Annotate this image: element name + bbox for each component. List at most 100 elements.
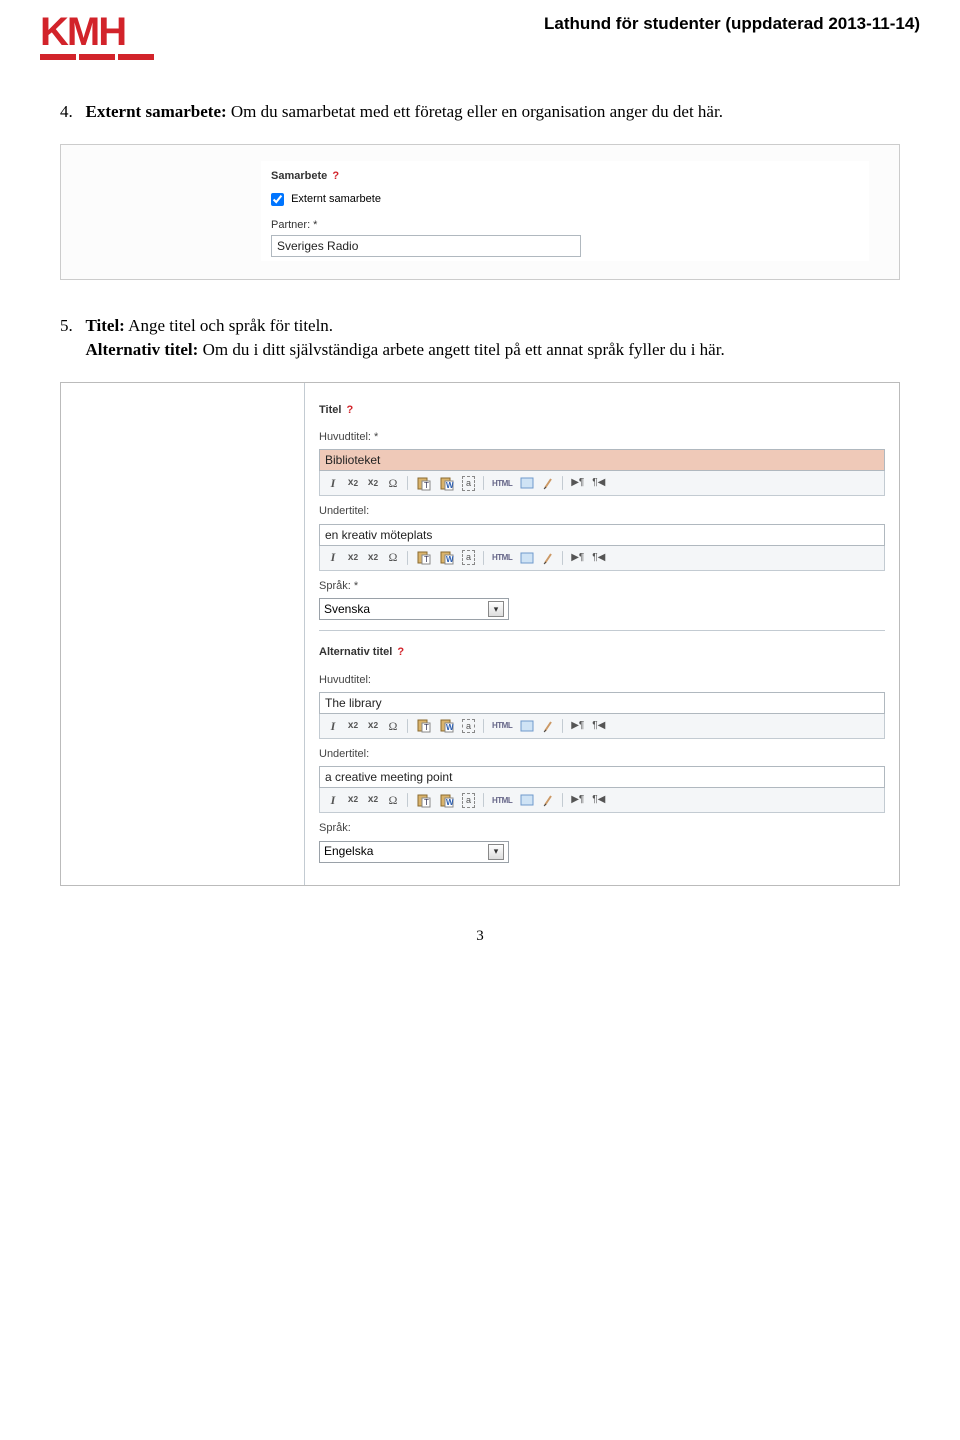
paste-word-icon[interactable]: W: [436, 549, 457, 567]
paste-word-icon[interactable]: W: [436, 791, 457, 809]
html-source-icon[interactable]: HTML: [489, 549, 515, 567]
chevron-down-icon[interactable]: ▾: [488, 601, 504, 617]
toggle-icon[interactable]: [517, 549, 537, 567]
italic-icon[interactable]: I: [324, 474, 342, 492]
paste-plain-icon[interactable]: T: [413, 474, 434, 492]
screenshot-samarbete: Samarbete ? Externt samarbete Partner: *: [60, 144, 900, 280]
externt-samarbete-checkbox[interactable]: Externt samarbete: [271, 193, 381, 205]
special-char-icon[interactable]: Ω: [384, 717, 402, 735]
italic-icon[interactable]: I: [324, 717, 342, 735]
rtl-icon[interactable]: ¶◀: [589, 549, 608, 567]
separator: [483, 551, 484, 565]
ltr-icon[interactable]: ▶¶: [568, 474, 587, 492]
help-icon[interactable]: ?: [397, 646, 404, 658]
formatting-toolbar: Ix2x2ΩTWaHTML▶¶¶◀: [319, 714, 885, 739]
sprak-value: Svenska: [324, 601, 370, 618]
ltr-icon[interactable]: ▶¶: [568, 549, 587, 567]
subscript-icon[interactable]: x2: [344, 791, 362, 809]
separator: [562, 551, 563, 565]
select-all-icon[interactable]: a: [459, 474, 478, 492]
paste-word-icon[interactable]: W: [436, 474, 457, 492]
html-source-icon[interactable]: HTML: [489, 717, 515, 735]
svg-text:T: T: [424, 481, 429, 490]
special-char-icon[interactable]: Ω: [384, 549, 402, 567]
separator: [407, 719, 408, 733]
sprak-select[interactable]: Svenska ▾: [319, 598, 509, 620]
alt-sprak-select[interactable]: Engelska ▾: [319, 841, 509, 863]
section-4-text: 4. Externt samarbete: Om du samarbetat m…: [60, 100, 920, 124]
alt-sprak-value: Engelska: [324, 843, 373, 860]
ltr-icon[interactable]: ▶¶: [568, 791, 587, 809]
partner-label: Partner: *: [271, 216, 859, 235]
toggle-icon[interactable]: [517, 717, 537, 735]
separator: [407, 476, 408, 490]
huvudtitel-label: Huvudtitel: *: [319, 428, 885, 447]
page-number: 3: [40, 926, 920, 947]
separator: [483, 476, 484, 490]
huvudtitel-input[interactable]: [319, 449, 885, 471]
rtl-icon[interactable]: ¶◀: [589, 791, 608, 809]
superscript-icon[interactable]: x2: [364, 549, 382, 567]
chevron-down-icon[interactable]: ▾: [488, 844, 504, 860]
html-source-icon[interactable]: HTML: [489, 791, 515, 809]
separator: [483, 719, 484, 733]
separator: [562, 476, 563, 490]
superscript-icon[interactable]: x2: [364, 717, 382, 735]
superscript-icon[interactable]: x2: [364, 474, 382, 492]
formatting-toolbar: Ix2x2ΩTWaHTML▶¶¶◀: [319, 788, 885, 813]
rtl-icon[interactable]: ¶◀: [589, 717, 608, 735]
formatting-toolbar: Ix2x2ΩTWaHTML▶¶¶◀: [319, 546, 885, 571]
toggle-icon[interactable]: [517, 791, 537, 809]
undertitel-input[interactable]: [319, 524, 885, 546]
ltr-icon[interactable]: ▶¶: [568, 717, 587, 735]
clear-format-icon[interactable]: [539, 474, 557, 492]
svg-text:W: W: [446, 798, 454, 807]
subscript-icon[interactable]: x2: [344, 474, 362, 492]
alt-huvudtitel-input[interactable]: [319, 692, 885, 714]
special-char-icon[interactable]: Ω: [384, 791, 402, 809]
alt-undertitel-label: Undertitel:: [319, 745, 885, 764]
paste-word-icon[interactable]: W: [436, 717, 457, 735]
sprak-label: Språk: *: [319, 577, 885, 596]
logo-text: KMH: [40, 12, 125, 52]
italic-icon[interactable]: I: [324, 791, 342, 809]
partner-input[interactable]: [271, 235, 581, 257]
svg-text:W: W: [446, 723, 454, 732]
help-icon[interactable]: ?: [346, 404, 353, 416]
paste-plain-icon[interactable]: T: [413, 791, 434, 809]
screenshot-titel: Titel ? Huvudtitel: * Ix2x2ΩTWaHTML▶¶¶◀ …: [60, 382, 900, 886]
subscript-icon[interactable]: x2: [344, 717, 362, 735]
clear-format-icon[interactable]: [539, 791, 557, 809]
select-all-icon[interactable]: a: [459, 717, 478, 735]
svg-text:W: W: [446, 481, 454, 490]
subscript-icon[interactable]: x2: [344, 549, 362, 567]
select-all-icon[interactable]: a: [459, 549, 478, 567]
select-all-icon[interactable]: a: [459, 791, 478, 809]
titel-heading: Titel: [319, 404, 341, 416]
section-5-text: 5. Titel: Ange titel och språk för titel…: [60, 314, 920, 362]
alt-undertitel-input[interactable]: [319, 766, 885, 788]
separator: [483, 793, 484, 807]
logo: KMH: [40, 12, 154, 60]
svg-text:T: T: [424, 798, 429, 807]
italic-icon[interactable]: I: [324, 549, 342, 567]
html-source-icon[interactable]: HTML: [489, 474, 515, 492]
separator: [407, 793, 408, 807]
formatting-toolbar: Ix2x2ΩTWaHTML▶¶¶◀: [319, 471, 885, 496]
paste-plain-icon[interactable]: T: [413, 549, 434, 567]
checkbox-label: Externt samarbete: [291, 193, 381, 205]
svg-text:T: T: [424, 555, 429, 564]
clear-format-icon[interactable]: [539, 549, 557, 567]
clear-format-icon[interactable]: [539, 717, 557, 735]
toggle-icon[interactable]: [517, 474, 537, 492]
alt-huvudtitel-label: Huvudtitel:: [319, 671, 885, 690]
samarbete-heading: Samarbete: [271, 170, 327, 182]
svg-text:W: W: [446, 555, 454, 564]
help-icon[interactable]: ?: [332, 170, 339, 182]
rtl-icon[interactable]: ¶◀: [589, 474, 608, 492]
paste-plain-icon[interactable]: T: [413, 717, 434, 735]
undertitel-label: Undertitel:: [319, 502, 885, 521]
special-char-icon[interactable]: Ω: [384, 474, 402, 492]
alt-sprak-label: Språk:: [319, 819, 885, 838]
superscript-icon[interactable]: x2: [364, 791, 382, 809]
